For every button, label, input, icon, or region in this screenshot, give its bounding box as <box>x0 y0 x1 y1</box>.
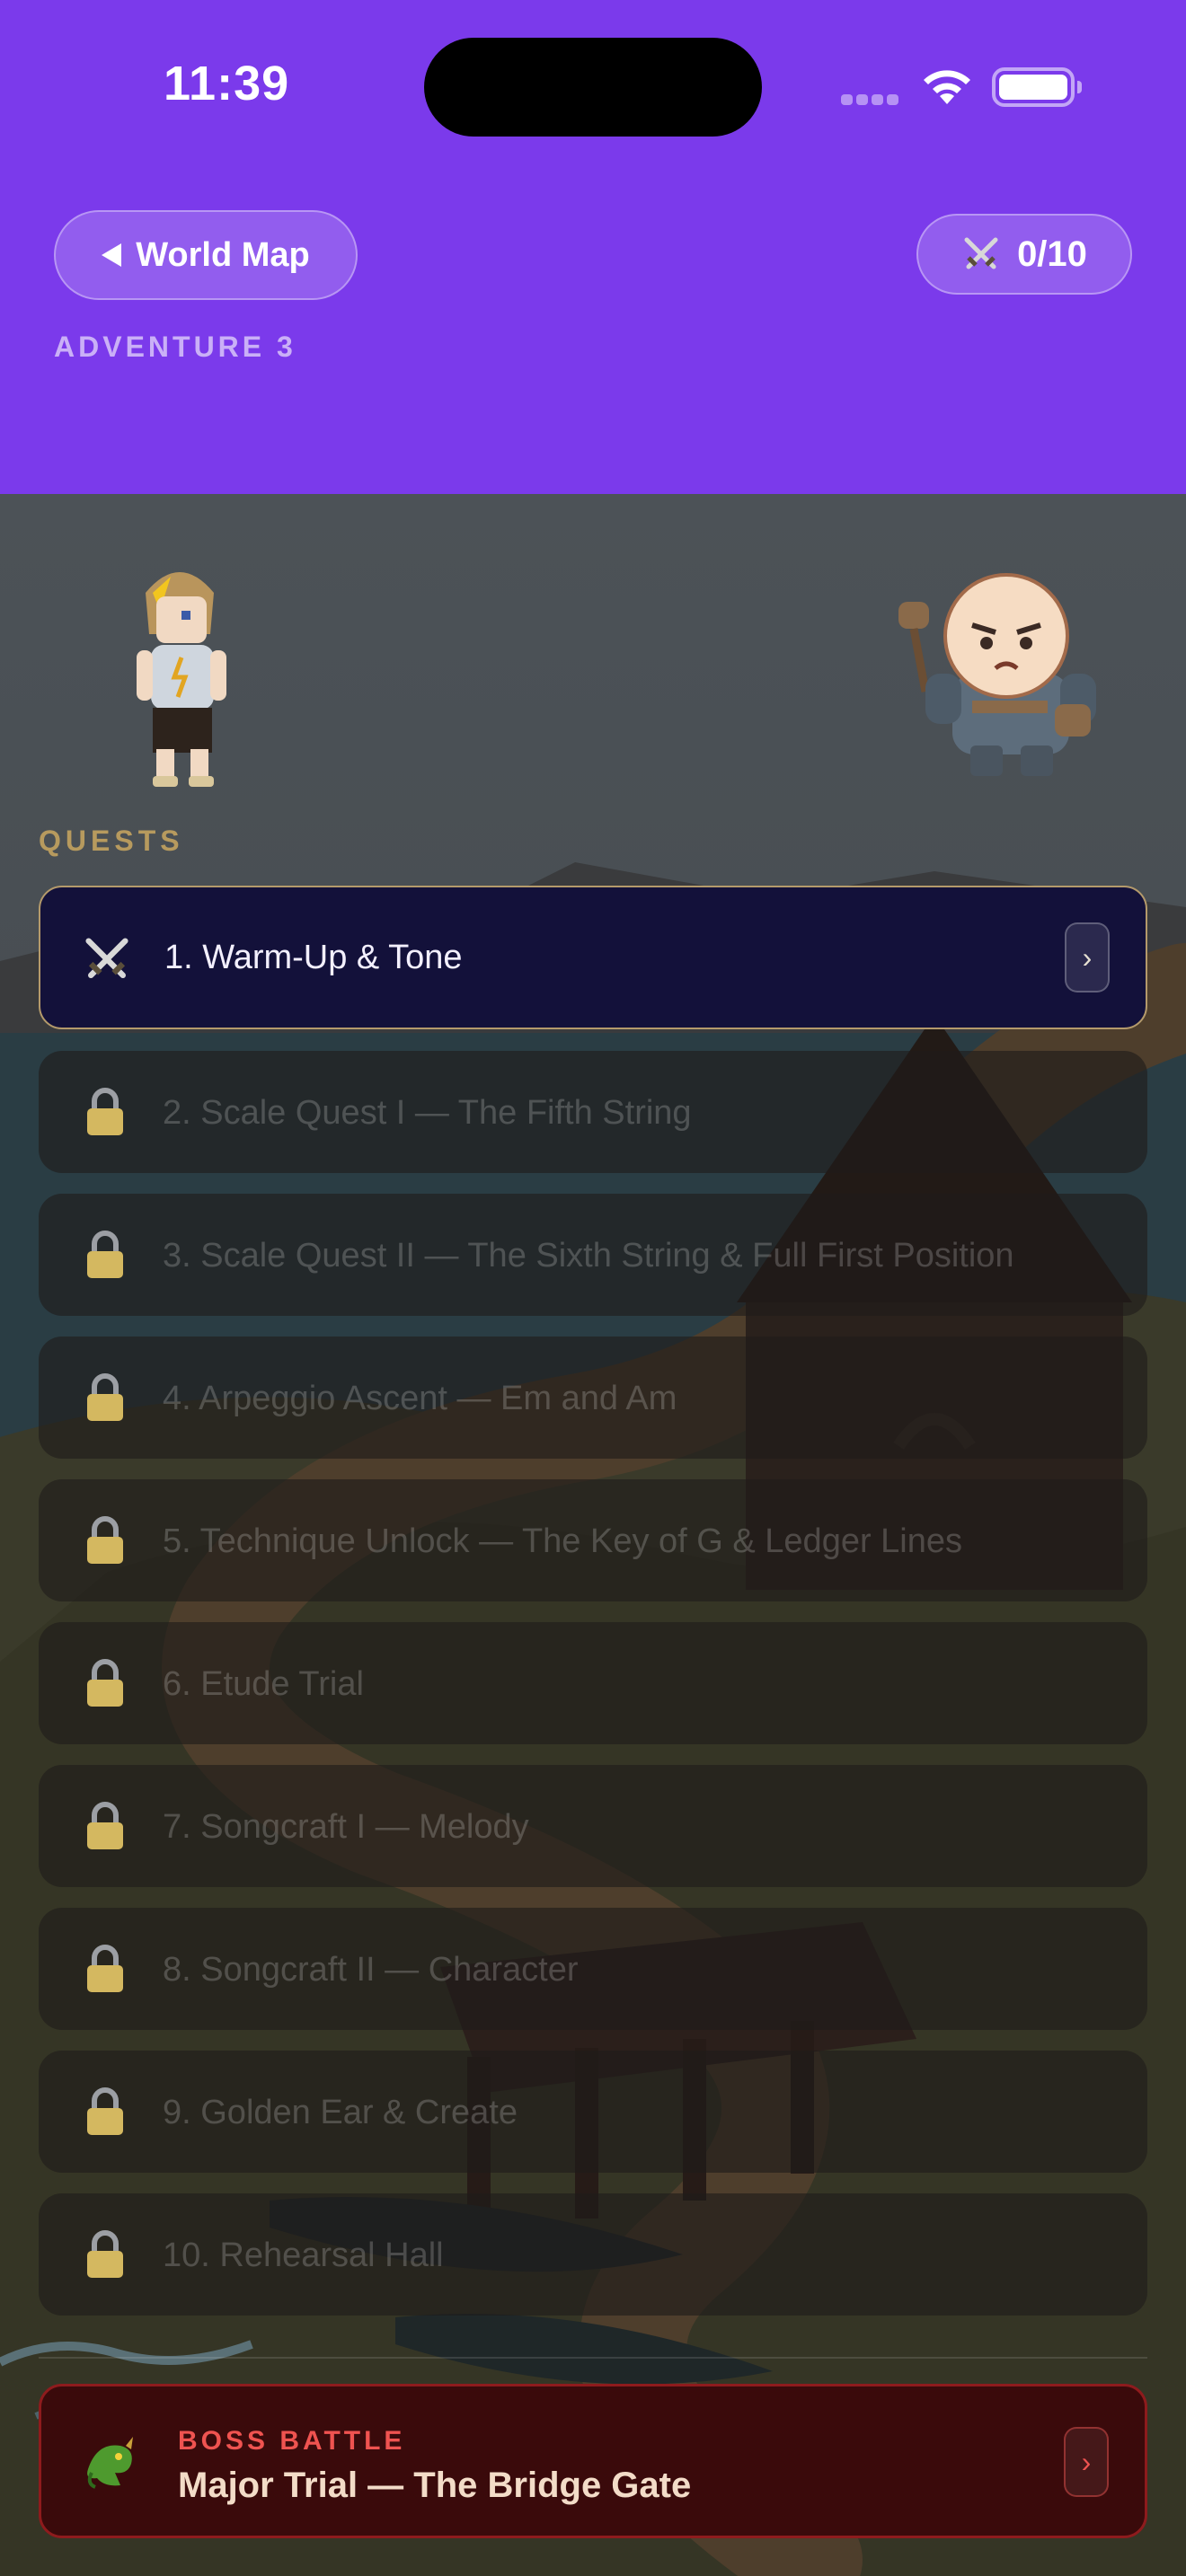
quest-item-4[interactable]: 4. Arpeggio Ascent — Em and Am <box>39 1337 1147 1459</box>
quest-title: 1. Warm-Up & Tone <box>164 939 463 976</box>
quest-item-9[interactable]: 9. Golden Ear & Create <box>39 2051 1147 2173</box>
lock-icon <box>80 1658 130 1708</box>
swords-icon <box>964 237 998 269</box>
quest-item-3[interactable]: 3. Scale Quest II — The Sixth String & F… <box>39 1194 1147 1316</box>
back-button-label: World Map <box>136 235 310 274</box>
lock-icon <box>80 2229 130 2280</box>
lock-icon <box>80 1230 130 1280</box>
status-time: 11:39 <box>164 57 290 110</box>
lock-icon <box>80 1087 130 1137</box>
quest-title: 10. Rehearsal Hall <box>163 2236 444 2274</box>
header: 11:39 World Map 0/10 ADVENTURE 3 <box>0 0 1186 494</box>
hero-character-sprite <box>137 572 226 787</box>
back-arrow-icon <box>102 243 122 267</box>
dynamic-island <box>424 38 762 137</box>
quest-title: 3. Scale Quest II — The Sixth String & F… <box>163 1237 1014 1275</box>
swords-icon <box>82 934 132 984</box>
lock-icon <box>80 1801 130 1851</box>
quest-score: 0/10 <box>1017 234 1087 274</box>
quest-item-5[interactable]: 5. Technique Unlock — The Key of G & Led… <box>39 1479 1147 1601</box>
quest-item-2[interactable]: 2. Scale Quest I — The Fifth String <box>39 1051 1147 1173</box>
quest-score-badge[interactable]: 0/10 <box>916 214 1132 295</box>
lock-icon <box>80 1944 130 1994</box>
quest-title: 8. Songcraft II — Character <box>163 1951 579 1989</box>
boss-battle-card[interactable]: BOSS BATTLE Major Trial — The Bridge Gat… <box>39 2384 1147 2538</box>
world-map-back-button[interactable]: World Map <box>54 210 358 300</box>
wifi-icon <box>924 70 970 104</box>
lock-icon <box>80 1372 130 1423</box>
cellular-signal-icon <box>841 93 902 106</box>
quest-item-10[interactable]: 10. Rehearsal Hall <box>39 2193 1147 2316</box>
dragon-icon <box>87 2437 133 2489</box>
divider <box>39 2357 1147 2359</box>
battery-icon <box>992 67 1082 107</box>
quest-title: 6. Etude Trial <box>163 1665 364 1703</box>
quest-title: 2. Scale Quest I — The Fifth String <box>163 1094 692 1132</box>
lock-icon <box>80 2086 130 2137</box>
quest-title: 7. Songcraft I — Melody <box>163 1808 529 1846</box>
quest-item-6[interactable]: 6. Etude Trial <box>39 1622 1147 1744</box>
boss-battle-title: Major Trial — The Bridge Gate <box>178 2466 692 2505</box>
quest-scene: QUESTS 1. Warm-Up & Tone › 2. Scale Ques… <box>0 494 1186 2576</box>
chevron-right-icon[interactable]: › <box>1064 2427 1109 2497</box>
quest-item-1[interactable]: 1. Warm-Up & Tone › <box>39 886 1147 1029</box>
quest-title: 9. Golden Ear & Create <box>163 2094 518 2131</box>
quest-title: 4. Arpeggio Ascent — Em and Am <box>163 1380 677 1417</box>
chevron-right-icon[interactable]: › <box>1065 922 1110 992</box>
quest-item-7[interactable]: 7. Songcraft I — Melody <box>39 1765 1147 1887</box>
lock-icon <box>80 1515 130 1566</box>
boss-battle-label: BOSS BATTLE <box>178 2426 406 2456</box>
quest-title: 5. Technique Unlock — The Key of G & Led… <box>163 1522 963 1560</box>
quest-item-8[interactable]: 8. Songcraft II — Character <box>39 1908 1147 2030</box>
adventure-label: ADVENTURE 3 <box>54 331 296 363</box>
quests-section-label: QUESTS <box>39 825 184 857</box>
knight-enemy-sprite <box>898 573 1096 776</box>
